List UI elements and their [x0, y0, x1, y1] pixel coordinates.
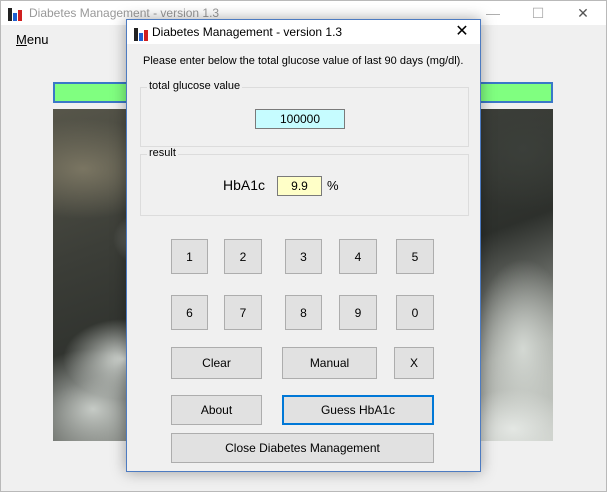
keypad-button-6[interactable]: 6 — [171, 295, 208, 330]
keypad-button-0[interactable]: 0 — [396, 295, 434, 330]
x-button[interactable]: X — [394, 347, 434, 379]
app-icon — [7, 5, 23, 21]
guess-hba1c-button[interactable]: Guess HbA1c — [282, 395, 434, 425]
maximize-icon[interactable]: ☐ — [516, 1, 560, 25]
dialog-close-icon[interactable]: ✕ — [444, 20, 480, 44]
keypad-button-2[interactable]: 2 — [224, 239, 262, 274]
dialog-title: Diabetes Management - version 1.3 — [152, 25, 343, 39]
dialog-title-bar: Diabetes Management - version 1.3 ✕ — [127, 20, 480, 44]
keypad-button-1[interactable]: 1 — [171, 239, 208, 274]
app-icon — [133, 25, 149, 41]
percent-unit: % — [327, 178, 339, 193]
keypad-button-5[interactable]: 5 — [396, 239, 434, 274]
keypad-button-3[interactable]: 3 — [285, 239, 322, 274]
clear-button[interactable]: Clear — [171, 347, 262, 379]
manual-button[interactable]: Manual — [282, 347, 377, 379]
about-button[interactable]: About — [171, 395, 262, 425]
result-group-label: result — [147, 147, 178, 159]
hba1c-label: HbA1c — [223, 177, 266, 193]
keypad-button-9[interactable]: 9 — [339, 295, 377, 330]
keypad-button-7[interactable]: 7 — [224, 295, 262, 330]
glucose-dialog: Diabetes Management - version 1.3 ✕ Plea… — [126, 19, 481, 472]
close-icon[interactable]: ✕ — [561, 1, 605, 25]
close-app-button[interactable]: Close Diabetes Management — [171, 433, 434, 463]
hba1c-value-field: 9.9 — [277, 176, 322, 196]
menu-item-menu[interactable]: Menu — [16, 32, 49, 47]
keypad-button-8[interactable]: 8 — [285, 295, 322, 330]
glucose-input[interactable]: 100000 — [255, 109, 345, 129]
keypad-button-4[interactable]: 4 — [339, 239, 377, 274]
main-window-title: Diabetes Management - version 1.3 — [29, 6, 220, 20]
instruction-text: Please enter below the total glucose val… — [143, 55, 464, 67]
glucose-group-label: total glucose value — [147, 80, 243, 92]
